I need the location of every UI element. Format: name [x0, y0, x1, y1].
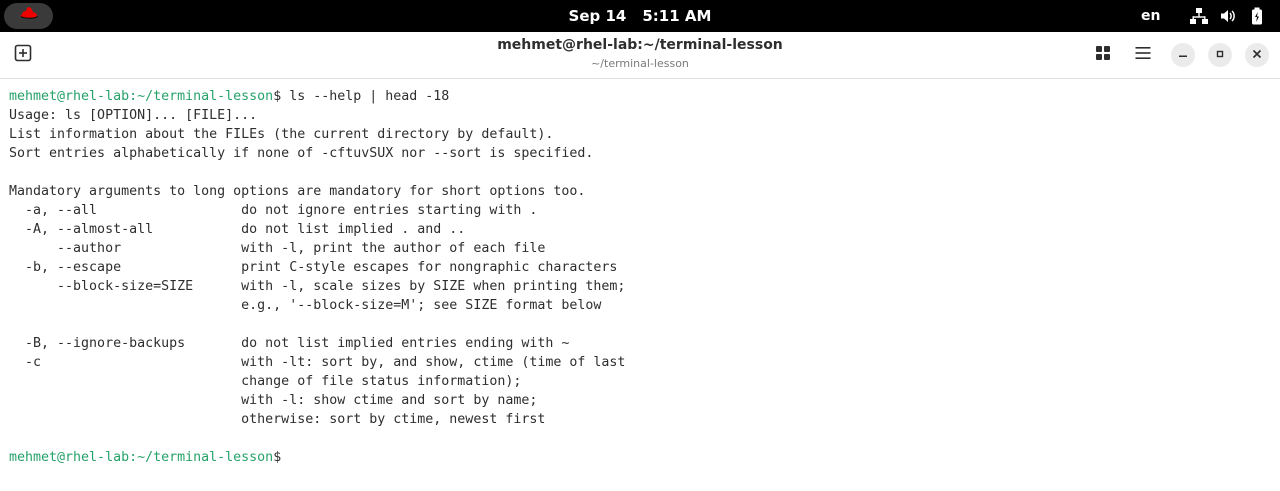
close-icon [1252, 46, 1262, 64]
active-prompt-line[interactable]: mehmet@rhel-lab:~/terminal-lesson$ [9, 448, 281, 467]
maximize-button[interactable] [1208, 43, 1232, 67]
output-line: -c with -lt: sort by, and show, ctime (t… [9, 355, 626, 370]
command-line: mehmet@rhel-lab:~/terminal-lesson$ ls --… [9, 87, 449, 106]
clock-time: 5:11 AM [642, 7, 712, 25]
maximize-icon [1215, 46, 1225, 64]
top-bar: Sep 14 5:11 AM en [0, 0, 1280, 32]
battery-icon[interactable] [1248, 7, 1266, 25]
output-line: change of file status information); [9, 374, 522, 389]
output-line: otherwise: sort by ctime, newest first [9, 412, 546, 427]
shell-prompt: mehmet@rhel-lab:~/terminal-lesson [9, 450, 274, 465]
header-bar: mehmet@rhel-lab:~/terminal-lesson ~/term… [0, 32, 1280, 79]
clock-date: Sep 14 [568, 7, 627, 25]
output-line: -a, --all do not ignore entries starting… [9, 203, 538, 218]
volume-icon[interactable] [1219, 7, 1237, 25]
menu-icon [1135, 45, 1151, 66]
close-button[interactable] [1245, 43, 1269, 67]
tab-overview-icon [1095, 45, 1111, 66]
minimize-button[interactable] [1171, 43, 1195, 67]
output-line: with -l: show ctime and sort by name; [9, 393, 538, 408]
network-icon[interactable] [1190, 7, 1208, 25]
minimize-icon [1178, 46, 1188, 64]
output-line: Mandatory arguments to long options are … [9, 184, 586, 199]
tab-overview-button[interactable] [1091, 43, 1115, 67]
output-line: -B, --ignore-backups do not list implied… [9, 336, 570, 351]
language-indicator[interactable]: en [1141, 0, 1160, 32]
output-line: --author with -l, print the author of ea… [9, 241, 546, 256]
terminal-view[interactable]: mehmet@rhel-lab:~/terminal-lesson$ ls --… [0, 79, 1280, 491]
window-title: mehmet@rhel-lab:~/terminal-lesson [497, 37, 783, 53]
prompt-suffix: $ [273, 450, 282, 465]
output-line: -b, --escape print C-style escapes for n… [9, 260, 618, 275]
shell-prompt: mehmet@rhel-lab:~/terminal-lesson [9, 89, 274, 104]
output-line: List information about the FILEs (the cu… [9, 127, 554, 142]
window-subtitle: ~/terminal-lesson [591, 57, 689, 70]
output-line: Usage: ls [OPTION]... [FILE]... [9, 108, 258, 123]
output-line: --block-size=SIZE with -l, scale sizes b… [9, 279, 626, 294]
main-menu-button[interactable] [1131, 43, 1155, 67]
clock[interactable]: Sep 14 5:11 AM [0, 0, 1280, 32]
output-line: Sort entries alphabetically if none of -… [9, 146, 594, 161]
command-text: $ ls --help | head -18 [273, 89, 450, 104]
output-line: -A, --almost-all do not list implied . a… [9, 222, 466, 237]
output-line: e.g., '--block-size=M'; see SIZE format … [9, 298, 602, 313]
